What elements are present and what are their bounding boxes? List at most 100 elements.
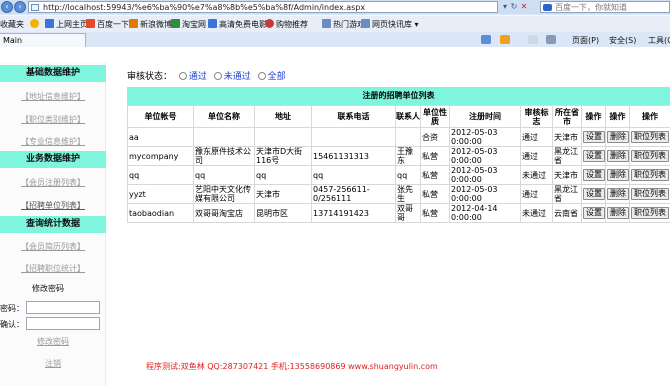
option-passed[interactable]: 通过	[189, 72, 207, 82]
fav-item-taobao[interactable]: 淘宝网	[171, 19, 206, 31]
section-basic-data: 基础数据维护	[0, 65, 106, 82]
col-province: 所在省市	[552, 105, 582, 128]
link-member-list[interactable]: 【会员注册列表】	[0, 177, 106, 189]
delete-button[interactable]: 删除	[607, 169, 629, 181]
cell-address: qq	[254, 165, 312, 185]
cell-name: 豫东原件技术公司	[193, 146, 255, 166]
cell-action: 设置	[581, 146, 606, 166]
cell-contact: 双哥哥	[395, 203, 421, 223]
settings-button[interactable]: 设置	[583, 150, 605, 162]
old-password-input[interactable]	[26, 301, 100, 314]
ie-icon	[45, 19, 54, 28]
fav-item-shopping[interactable]: 购物推荐	[265, 19, 308, 31]
fav-item-movies[interactable]: 高清免费电影	[208, 19, 267, 31]
job-list-button[interactable]: 职位列表	[631, 169, 669, 181]
employer-table: 单位帐号 单位名称 地址 联系电话 联系人 单位性质 注册时间 审核标志 所在省…	[127, 105, 670, 223]
cell-audit: 未通过	[520, 203, 553, 223]
fav-star-icon[interactable]	[30, 19, 41, 31]
tab-main[interactable]: Main	[0, 33, 86, 47]
cell-audit: 通过	[520, 127, 553, 147]
settings-button[interactable]: 设置	[583, 169, 605, 181]
cell-action: 设置	[581, 127, 606, 147]
cell-name: 双哥哥淘宝店	[193, 203, 255, 223]
radio-passed[interactable]	[178, 72, 187, 80]
job-list-button[interactable]: 职位列表	[631, 207, 669, 219]
delete-button[interactable]: 删除	[607, 131, 629, 143]
fav-item-baidu[interactable]: 百度一下	[86, 19, 129, 31]
cell-contact: 王豫东	[395, 146, 421, 166]
grid-title: 注册的招聘单位列表	[127, 87, 670, 105]
cell-action: 删除	[605, 184, 630, 204]
fav-item-home[interactable]: 上网主页	[45, 19, 88, 31]
back-button[interactable]: ‹	[1, 1, 13, 13]
cell-province: 天津市	[552, 165, 582, 185]
link-job-stats[interactable]: 【招聘职位统计】	[0, 263, 106, 275]
logout-link[interactable]: 注销	[0, 358, 106, 370]
table-row: yyzt 艺阳中天文化传媒有限公司 天津市 0457-256611-0/256111 张…	[127, 184, 670, 204]
cell-address: 昆明市区	[254, 203, 312, 223]
url-input[interactable]: http://localhost:59943/%e6%ba%90%e7%a8%8…	[28, 1, 498, 13]
old-password-label: 密码：	[0, 304, 24, 313]
forward-button[interactable]: ›	[14, 1, 26, 13]
col-audit: 审核标志	[520, 105, 553, 128]
fav-item-games[interactable]: 热门游戏	[322, 19, 365, 31]
settings-button[interactable]: 设置	[583, 207, 605, 219]
col-name: 单位名称	[193, 105, 255, 128]
home-icon[interactable]	[481, 35, 491, 44]
cell-phone: 13714191423	[311, 203, 396, 223]
link-major-info[interactable]: 【专业信息维护】	[0, 136, 106, 148]
option-not-passed[interactable]: 未通过	[224, 72, 251, 82]
delete-button[interactable]: 删除	[607, 150, 629, 162]
cell-province: 云南省	[552, 203, 582, 223]
tools-menu[interactable]: 工具(O)	[648, 35, 670, 46]
cell-action: 删除	[605, 146, 630, 166]
link-resume-list[interactable]: 【会员简历列表】	[0, 241, 106, 253]
confirm-password-input[interactable]	[26, 317, 100, 330]
job-list-button[interactable]: 职位列表	[631, 131, 669, 143]
link-address-info[interactable]: 【地址信息维护】	[0, 91, 106, 103]
cell-contact	[395, 127, 421, 147]
search-input[interactable]: 百度一下，你就知道	[540, 1, 670, 13]
cell-audit: 未通过	[520, 165, 553, 185]
cell-name: 艺阳中天文化传媒有限公司	[193, 184, 255, 204]
cell-address	[254, 127, 312, 147]
cell-audit: 通过	[520, 146, 553, 166]
settings-button[interactable]: 设置	[583, 188, 605, 200]
mail-icon[interactable]	[528, 35, 538, 44]
stop-icon[interactable]: ✕	[519, 1, 529, 13]
cell-action: 设置	[581, 203, 606, 223]
radio-not-passed[interactable]	[213, 72, 222, 80]
link-employer-list[interactable]: 【招聘单位列表】	[0, 200, 106, 212]
settings-button[interactable]: 设置	[583, 131, 605, 143]
page-icon	[265, 19, 274, 28]
radio-all[interactable]	[257, 72, 266, 80]
table-row: mycompany 豫东原件技术公司 天津市D大街116号 15461131313 王豫…	[127, 146, 670, 166]
cell-action: 职位列表	[629, 184, 670, 204]
cell-type: 私营	[420, 165, 450, 185]
link-job-category[interactable]: 【职位类别维护】	[0, 114, 106, 126]
delete-button[interactable]: 删除	[607, 207, 629, 219]
page-content: 基础数据维护 【地址信息维护】 【职位类别维护】 【专业信息维护】 业务数据维护…	[0, 47, 670, 386]
refresh-icon[interactable]: ↻	[509, 1, 519, 13]
delete-button[interactable]: 删除	[607, 188, 629, 200]
cell-account: yyzt	[127, 184, 194, 204]
fav-item-webslice[interactable]: 网页快讯库 ▾	[361, 19, 419, 31]
safety-menu[interactable]: 安全(S)	[609, 35, 636, 46]
option-all[interactable]: 全部	[268, 72, 286, 82]
fav-item-weibo[interactable]: 新浪微博	[129, 19, 172, 31]
cell-reg-time: 2012-05-03 0:00:00	[449, 146, 521, 166]
change-password-button[interactable]: 修改密码	[0, 336, 106, 348]
print-icon[interactable]	[546, 35, 556, 44]
page-icon	[208, 19, 217, 28]
cell-account: taobaodian	[127, 203, 194, 223]
tab-bar: Main 页面(P) 安全(S) 工具(O)	[0, 32, 670, 47]
cell-contact: qq	[395, 165, 421, 185]
cell-name	[193, 127, 255, 147]
favorites-menu[interactable]: 收藏夹	[0, 19, 24, 31]
job-list-button[interactable]: 职位列表	[631, 150, 669, 162]
baidu-logo-icon	[543, 4, 552, 11]
job-list-button[interactable]: 职位列表	[631, 188, 669, 200]
page-menu[interactable]: 页面(P)	[572, 35, 599, 46]
feeds-icon[interactable]	[500, 35, 510, 44]
cell-action: 设置	[581, 165, 606, 185]
